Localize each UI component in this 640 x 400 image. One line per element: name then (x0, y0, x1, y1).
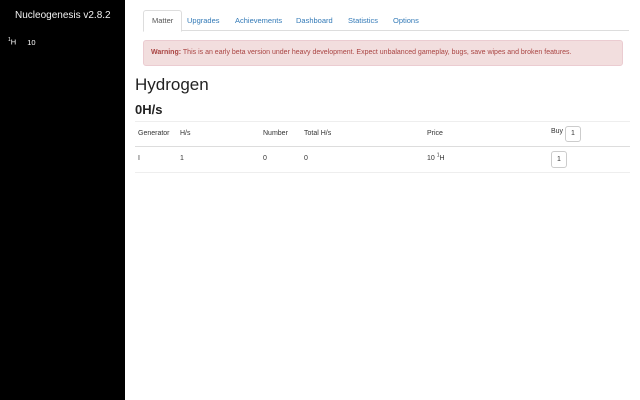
header-number: Number (263, 130, 288, 137)
generator-price: 10 1H (427, 147, 445, 171)
price-symbol: H (439, 155, 445, 162)
generator-hs: 1 (180, 155, 184, 162)
price-value: 10 (427, 155, 435, 162)
tab-achievements[interactable]: Achievements (227, 10, 290, 31)
table-row: I 1 0 0 10 1H 1 (135, 147, 630, 173)
alert-message: This is an early beta version under heav… (181, 49, 572, 56)
tab-matter[interactable]: Matter (143, 10, 183, 32)
header-total-hs: Total H/s (304, 130, 332, 137)
beta-warning-alert: Warning: This is an early beta version u… (143, 40, 623, 66)
main-content: Matter Upgrades Achievements Dashboard S… (125, 0, 640, 400)
generator-total-hs: 0 (304, 155, 308, 162)
production-rate: 0H/s (135, 102, 163, 117)
header-hs: H/s (180, 130, 191, 137)
resource-symbol: H (10, 37, 17, 47)
generator-name: I (138, 155, 140, 162)
tab-bar: Matter Upgrades Achievements Dashboard S… (143, 10, 629, 32)
resource-hydrogen: 1H 10 (8, 37, 36, 47)
sidebar: Nucleogenesis v2.8.2 1H 10 (0, 0, 125, 400)
tab-dashboard[interactable]: Dashboard (288, 10, 341, 31)
tab-statistics[interactable]: Statistics (340, 10, 386, 31)
buy-generator-button[interactable]: 1 (551, 151, 567, 168)
generator-number: 0 (263, 155, 267, 162)
header-price: Price (427, 130, 443, 137)
table-header-row: Generator H/s Number Total H/s Price Buy… (135, 121, 630, 147)
tab-options[interactable]: Options (385, 10, 427, 31)
resource-count: 10 (27, 37, 36, 47)
buy-amount-button[interactable]: 1 (565, 126, 581, 142)
app-title: Nucleogenesis v2.8.2 (15, 10, 111, 21)
alert-prefix: Warning: (151, 49, 182, 56)
generator-table: Generator H/s Number Total H/s Price Buy… (135, 121, 630, 173)
header-generator: Generator (138, 130, 170, 137)
page-title: Hydrogen (135, 75, 209, 94)
tab-upgrades[interactable]: Upgrades (179, 10, 228, 31)
header-buy: Buy (551, 128, 564, 135)
